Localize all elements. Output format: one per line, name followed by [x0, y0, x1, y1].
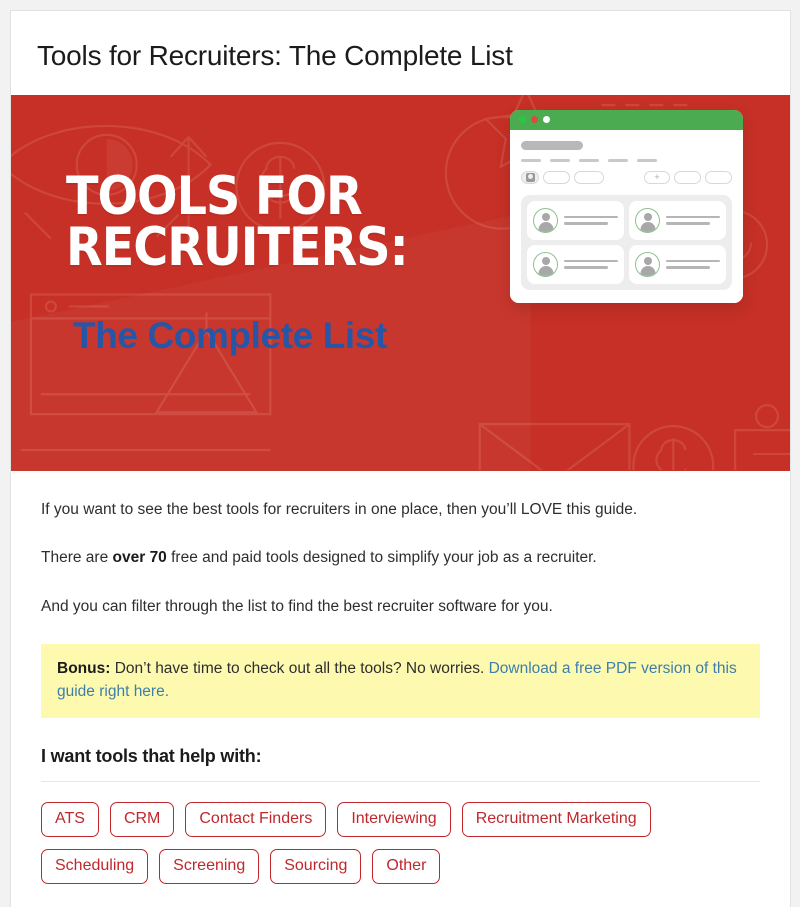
- mockup-meta-placeholders: [521, 158, 732, 162]
- mockup-body: +: [510, 129, 743, 303]
- mockup-meta-bar: [521, 158, 541, 162]
- mockup-line: [666, 215, 720, 219]
- mockup-candidate-lines: [666, 215, 720, 225]
- filter-chip-row-2: Scheduling Screening Sourcing Other: [41, 848, 760, 884]
- filter-chip-recruitment-marketing[interactable]: Recruitment Marketing: [461, 801, 651, 837]
- mockup-filter-pill: [574, 170, 604, 184]
- window-dot-red-icon: [531, 116, 538, 124]
- emphasis-text: over 70: [112, 549, 167, 567]
- mockup-action-pill: [705, 170, 732, 184]
- mockup-line: [666, 259, 720, 263]
- paragraph-text: If you want to see the best tools for re…: [41, 500, 638, 518]
- window-dot-green-icon: [519, 116, 526, 124]
- avatar-icon: [533, 251, 558, 277]
- bonus-text: Don’t have time to check out all the too…: [110, 660, 489, 677]
- hero-title: Tools for Recruiters:: [66, 165, 409, 278]
- mockup-meta-bar: [550, 158, 570, 162]
- mockup-candidate-lines: [666, 259, 720, 269]
- intro-paragraph-1: If you want to see the best tools for re…: [41, 499, 760, 521]
- filter-chip-screening[interactable]: Screening: [159, 848, 260, 884]
- bonus-label: Bonus:: [57, 660, 111, 677]
- page-title: Tools for Recruiters: The Complete List: [37, 40, 513, 71]
- mockup-toolbar: +: [521, 170, 732, 184]
- mockup-candidate-card: [527, 200, 624, 240]
- section-divider: [41, 780, 760, 782]
- avatar-icon: [533, 207, 558, 233]
- intro-paragraph-2: There are over 70 free and paid tools de…: [41, 547, 760, 569]
- window-dot-white-icon: [543, 116, 550, 124]
- mockup-action-pill: [674, 170, 701, 184]
- mockup-add-button: +: [644, 170, 670, 184]
- mockup-candidate-lines: [564, 215, 618, 225]
- mockup-line: [666, 222, 711, 225]
- filter-chip-scheduling[interactable]: Scheduling: [41, 848, 149, 884]
- intro-paragraph-3: And you can filter through the list to f…: [41, 596, 760, 618]
- article-content: If you want to see the best tools for re…: [11, 499, 790, 907]
- filter-chip-row-1: ATS CRM Contact Finders Interviewing Recruit…: [41, 801, 760, 837]
- avatar-icon: [635, 251, 660, 277]
- mockup-heading-placeholder: [521, 140, 583, 150]
- filter-chip-sourcing[interactable]: Sourcing: [270, 848, 362, 884]
- mockup-candidate-grid: [521, 194, 732, 290]
- mockup-line: [564, 222, 609, 225]
- filter-chip-crm[interactable]: CRM: [109, 801, 175, 837]
- mockup-candidate-card: [629, 200, 726, 240]
- filter-section-heading: I want tools that help with:: [41, 745, 262, 766]
- mockup-line: [564, 215, 618, 219]
- mockup-meta-bar: [579, 158, 599, 162]
- mockup-line: [666, 266, 711, 269]
- mockup-person-filter-icon: [521, 170, 539, 184]
- mockup-meta-bar: [637, 158, 657, 162]
- browser-mockup-illustration: +: [510, 109, 743, 303]
- article-card: Tools for Recruiters: The Complete List: [10, 10, 791, 907]
- filter-chip-other[interactable]: Other: [372, 848, 441, 884]
- mockup-line: [564, 266, 609, 269]
- mockup-candidate-lines: [564, 259, 618, 269]
- mockup-candidate-card: [527, 244, 624, 284]
- mockup-candidate-card: [629, 244, 726, 284]
- person-glyph-icon: [525, 172, 535, 182]
- mockup-titlebar: [510, 109, 743, 130]
- mockup-meta-bar: [608, 158, 628, 162]
- avatar-icon: [635, 207, 660, 233]
- filter-chip-ats[interactable]: ATS: [41, 801, 99, 837]
- hero-subtitle: The Complete List: [73, 314, 387, 356]
- filter-chip-interviewing[interactable]: Interviewing: [337, 801, 451, 837]
- hero-banner: Tools for Recruiters: The Complete List: [11, 94, 790, 471]
- paragraph-text: There are: [41, 549, 113, 567]
- filter-chip-contact-finders[interactable]: Contact Finders: [185, 801, 327, 837]
- filter-chip-list: ATS CRM Contact Finders Interviewing Recruit…: [41, 801, 760, 907]
- mockup-filter-pill: [543, 170, 570, 184]
- bonus-callout: Bonus: Don’t have time to check out all …: [41, 644, 760, 718]
- page-root: Tools for Recruiters: The Complete List: [0, 0, 800, 907]
- paragraph-text: And you can filter through the list to f…: [41, 597, 553, 615]
- paragraph-text: free and paid tools designed to simplify…: [166, 549, 597, 567]
- mockup-line: [564, 259, 618, 263]
